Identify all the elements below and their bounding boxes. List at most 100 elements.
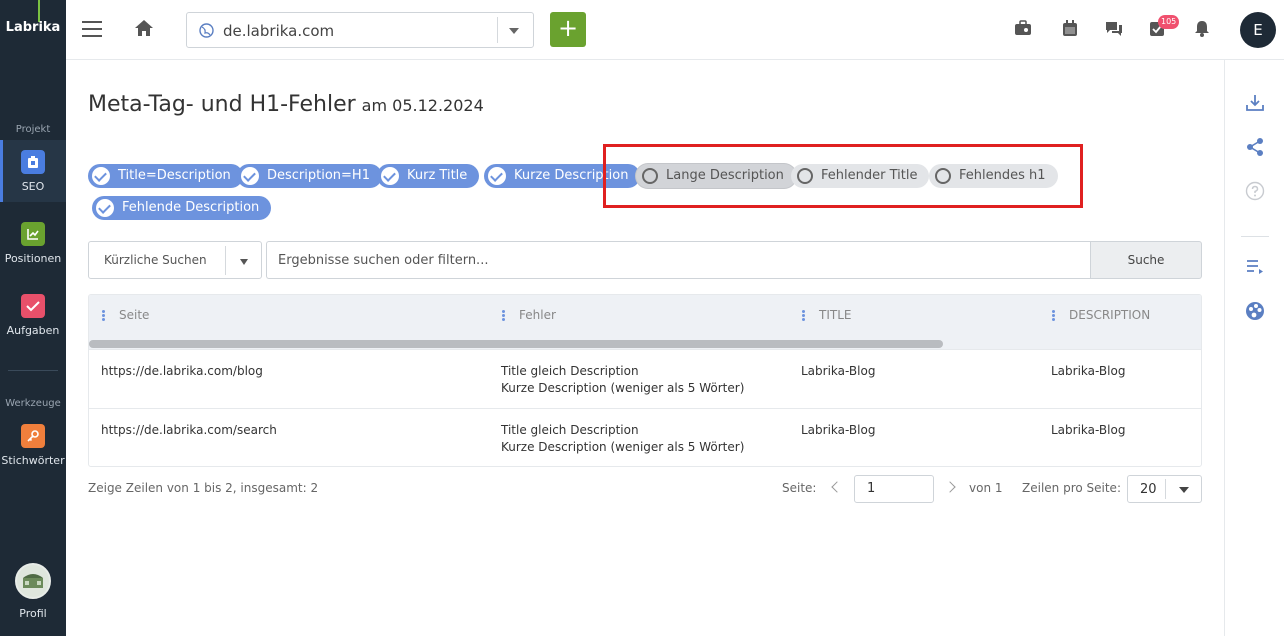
playlist-icon[interactable] — [1245, 258, 1265, 278]
column-description[interactable]: DESCRIPTION — [1052, 308, 1150, 322]
globe-icon — [199, 23, 214, 42]
share-icon[interactable] — [1245, 137, 1265, 161]
chevron-down-icon[interactable] — [240, 259, 248, 265]
error-line: Title gleich Description — [501, 423, 639, 437]
chevron-left-icon[interactable] — [831, 481, 843, 493]
sidebar-item-label: SEO — [21, 180, 45, 193]
chip-label: Fehlende Description — [122, 200, 260, 215]
cell-description: Labrika-Blog — [1051, 364, 1126, 378]
separator — [497, 17, 498, 43]
rows-per-page-value: 20 — [1140, 482, 1157, 497]
sidebar-item-label: Profil — [19, 607, 47, 620]
chip-label: Kurz Title — [407, 168, 468, 183]
column-menu-icon[interactable] — [802, 309, 805, 322]
check-icon — [241, 167, 259, 185]
cell-title: Labrika-Blog — [801, 364, 876, 378]
page-title: Meta-Tag- und H1-Fehler am 05.12.2024 — [88, 92, 484, 117]
cell-errors: Title gleich Description Kurze Descripti… — [501, 363, 744, 397]
right-rail — [1224, 60, 1284, 636]
check-icon — [488, 167, 506, 185]
sidebar-item-seo[interactable]: SEO — [0, 140, 66, 202]
chat-icon[interactable] — [1104, 20, 1124, 41]
chevron-down-icon[interactable] — [509, 28, 519, 34]
calendar-icon[interactable] — [1062, 20, 1078, 41]
seo-icon — [21, 150, 45, 174]
sidebar-item-stichwoerter[interactable]: Stichwörter — [0, 424, 66, 467]
column-label: TITLE — [819, 308, 852, 322]
results-table: Seite Fehler TITLE DESCRIPTION https://d… — [88, 294, 1202, 467]
page-label: Seite: — [782, 481, 817, 495]
user-avatar[interactable]: E — [1240, 12, 1276, 48]
page-of-label: von 1 — [969, 481, 1003, 495]
column-label: DESCRIPTION — [1069, 308, 1151, 322]
sidebar-item-label: Aufgaben — [6, 324, 60, 337]
home-icon[interactable] — [134, 19, 154, 41]
chevron-right-icon[interactable] — [944, 481, 956, 493]
horizontal-scrollbar[interactable] — [89, 340, 943, 348]
rows-info: Zeige Zeilen von 1 bis 2, insgesamt: 2 — [88, 481, 319, 495]
error-line: Kurze Description (weniger als 5 Wörter) — [501, 381, 745, 395]
column-fehler[interactable]: Fehler — [502, 308, 556, 322]
chart-icon — [21, 222, 45, 246]
filter-chip-kurz-title[interactable]: Kurz Title — [377, 164, 480, 188]
separator — [225, 246, 226, 275]
key-icon — [21, 424, 45, 448]
sidebar-item-label: Positionen — [4, 252, 62, 265]
sidebar-item-profil[interactable]: Profil — [0, 563, 66, 620]
page-number-input[interactable]: 1 — [854, 475, 934, 503]
column-menu-icon[interactable] — [102, 309, 105, 322]
chevron-down-icon[interactable] — [1179, 487, 1189, 493]
cell-page[interactable]: https://de.labrika.com/search — [101, 422, 277, 439]
project-url: de.labrika.com — [223, 22, 335, 40]
profile-avatar — [15, 563, 51, 599]
error-line: Kurze Description (weniger als 5 Wörter) — [501, 440, 745, 454]
column-seite[interactable]: Seite — [102, 308, 149, 322]
sidebar-item-label: Stichwörter — [1, 454, 65, 467]
palette-icon[interactable] — [1245, 301, 1265, 325]
menu-icon[interactable] — [82, 21, 102, 37]
page-date: am 05.12.2024 — [361, 96, 484, 115]
rows-per-page-label: Zeilen pro Seite: — [1022, 481, 1121, 495]
filter-chip-description-h1[interactable]: Description=H1 — [237, 164, 382, 188]
rows-per-page-select[interactable]: 20 — [1127, 475, 1202, 503]
table-header: Seite Fehler TITLE DESCRIPTION — [89, 295, 1201, 349]
top-bar: de.labrika.com + 105 E — [66, 0, 1284, 60]
filter-chip-fehlende-description[interactable]: Fehlende Description — [92, 196, 272, 220]
section-project-label: Projekt — [15, 124, 51, 135]
section-tools-label: Werkzeuge — [5, 398, 61, 409]
search-button[interactable]: Suche — [1090, 241, 1202, 279]
column-menu-icon[interactable] — [502, 309, 505, 322]
sidebar-divider — [8, 370, 58, 371]
project-url-select[interactable]: de.labrika.com — [186, 12, 534, 48]
app-logo[interactable]: Labrika — [0, 20, 66, 35]
column-menu-icon[interactable] — [1052, 309, 1055, 322]
page-title-text: Meta-Tag- und H1-Fehler — [88, 92, 356, 117]
download-icon[interactable] — [1245, 94, 1265, 116]
recent-searches-select[interactable]: Kürzliche Suchen — [88, 241, 262, 279]
bell-icon[interactable] — [1194, 20, 1210, 41]
table-row[interactable]: https://de.labrika.com/blog Title gleich… — [89, 349, 1201, 408]
chip-label: Description=H1 — [267, 168, 370, 183]
check-icon — [92, 167, 110, 185]
separator — [1165, 479, 1166, 499]
error-line: Title gleich Description — [501, 364, 639, 378]
add-button[interactable]: + — [550, 12, 586, 47]
column-title[interactable]: TITLE — [802, 308, 851, 322]
check-icon — [96, 199, 114, 217]
cell-page[interactable]: https://de.labrika.com/blog — [101, 363, 263, 380]
filter-chip-title-description[interactable]: Title=Description — [88, 164, 243, 188]
cell-description: Labrika-Blog — [1051, 423, 1126, 437]
sidebar-item-aufgaben[interactable]: Aufgaben — [0, 294, 66, 337]
chip-label: Title=Description — [118, 168, 231, 183]
check-icon — [381, 167, 399, 185]
help-icon[interactable] — [1245, 181, 1265, 205]
cell-errors: Title gleich Description Kurze Descripti… — [501, 422, 744, 456]
search-input[interactable]: Ergebnisse suchen oder filtern... — [266, 241, 1092, 279]
notification-badge: 105 — [1158, 15, 1180, 29]
sidebar-item-positionen[interactable]: Positionen — [0, 222, 66, 265]
column-label: Fehler — [519, 308, 556, 322]
column-label: Seite — [119, 308, 150, 322]
logo-accent — [38, 0, 40, 22]
briefcase-icon[interactable] — [1014, 20, 1032, 40]
table-row[interactable]: https://de.labrika.com/search Title glei… — [89, 408, 1201, 466]
